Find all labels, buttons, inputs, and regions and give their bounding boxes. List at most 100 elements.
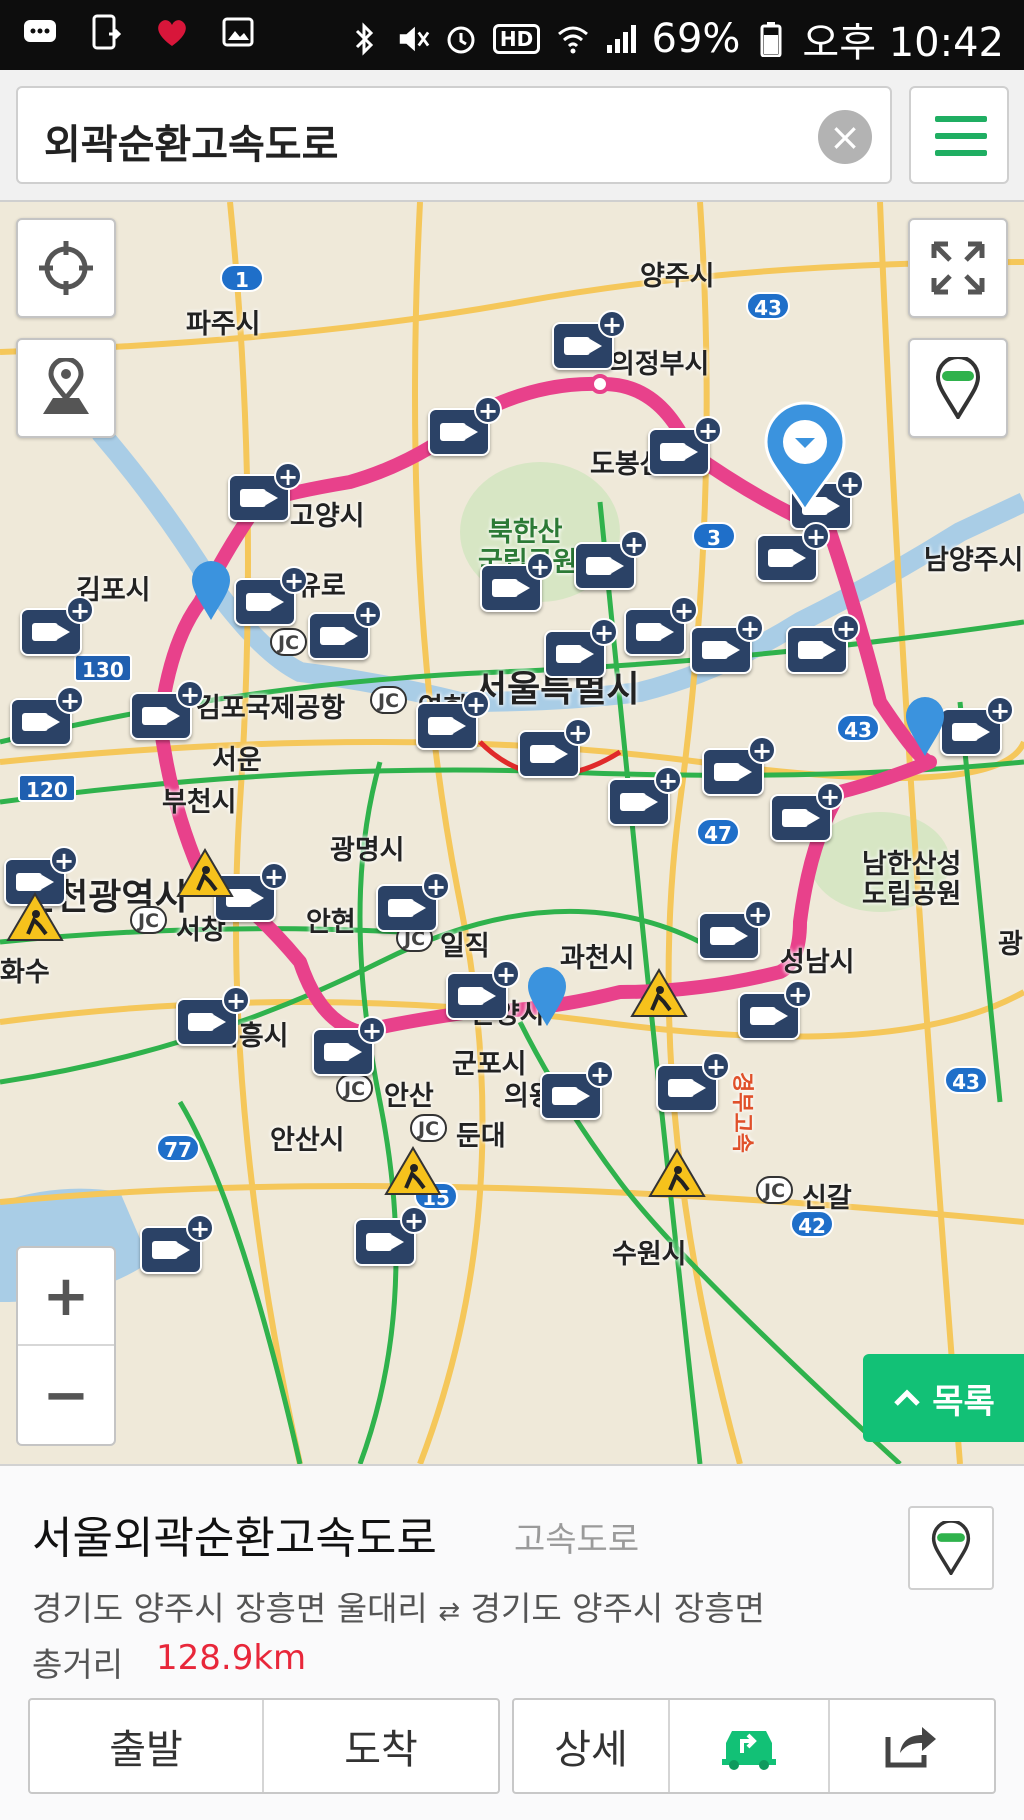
location-pin[interactable] [526, 966, 568, 1028]
route-shield: 130 [74, 654, 132, 682]
place-label: 화수 [0, 957, 50, 988]
construction-warning-icon[interactable] [630, 968, 688, 1018]
chevron-up-icon [894, 1389, 920, 1406]
current-location-button[interactable] [16, 218, 116, 318]
close-icon[interactable]: × [818, 110, 872, 164]
cctv-marker[interactable]: + [756, 522, 830, 582]
mute-icon [396, 21, 430, 57]
place-title: 서울외곽순환고속도로 [32, 1513, 437, 1564]
construction-warning-icon[interactable] [384, 1146, 442, 1196]
clock: 오후 10:42 [802, 20, 1004, 66]
place-label: 성남시 [780, 947, 855, 978]
junction-badge: JC [756, 1176, 794, 1204]
cctv-marker[interactable]: + [480, 552, 554, 612]
cctv-marker[interactable]: + [354, 1206, 428, 1266]
place-label: 도립공원 [862, 879, 962, 910]
traffic-pin-icon [931, 1521, 971, 1575]
cctv-marker[interactable]: + [518, 718, 592, 778]
place-label: 경부고속 [729, 1072, 754, 1153]
traffic-pin-icon [935, 357, 981, 419]
cctv-marker[interactable]: + [10, 686, 84, 746]
cctv-marker[interactable]: + [446, 960, 520, 1020]
arrive-button[interactable]: 도착 [264, 1700, 498, 1792]
place-label: 일직 [440, 931, 490, 962]
car-route-button[interactable] [670, 1700, 830, 1792]
junction-badge: JC [130, 906, 168, 934]
construction-warning-icon[interactable] [648, 1148, 706, 1198]
cctv-marker[interactable]: + [698, 900, 772, 960]
zoom-out-button[interactable]: − [18, 1346, 114, 1444]
hd-icon: HD [492, 21, 542, 57]
my-place-button[interactable] [16, 338, 116, 438]
junction-badge: JC [370, 686, 408, 714]
depart-button[interactable]: 출발 [30, 1700, 264, 1792]
cctv-marker[interactable]: + [608, 766, 682, 826]
place-info-panel: 서울외곽순환고속도로 고속도로 경기도 양주시 장흥면 울대리 ⇄ 경기도 양주… [0, 1464, 1024, 1820]
traffic-pin-button[interactable] [908, 1506, 994, 1590]
detail-button[interactable]: 상세 [514, 1700, 670, 1792]
cctv-marker[interactable]: + [648, 416, 722, 476]
share-button[interactable] [830, 1700, 990, 1792]
place-label: 둔대 [456, 1121, 506, 1152]
route-to: 경기도 양주시 장흥면 [470, 1589, 765, 1628]
route-shield: 1 [220, 264, 264, 292]
cctv-marker[interactable]: + [234, 566, 308, 626]
cctv-marker[interactable]: + [624, 596, 698, 656]
place-category: 고속도로 [514, 1520, 640, 1560]
cctv-marker[interactable]: + [770, 782, 844, 842]
cctv-marker[interactable]: + [20, 596, 94, 656]
map-view[interactable]: 양주시 파주시 의정부시 도봉산 고양시 북한산 국립공원 남양주시 김포시 유… [0, 202, 1024, 1464]
heart-icon [154, 14, 190, 50]
place-label: 안현 [306, 907, 356, 938]
cctv-marker[interactable]: + [130, 680, 204, 740]
cctv-marker[interactable]: + [228, 462, 302, 522]
location-pin[interactable] [904, 696, 946, 758]
place-label: 광 [998, 929, 1023, 960]
cctv-marker[interactable]: + [940, 696, 1014, 756]
fullscreen-button[interactable] [908, 218, 1008, 318]
place-label: 신갈 [802, 1183, 852, 1214]
junction-badge: JC [410, 1114, 448, 1142]
route-shield: 43 [746, 292, 790, 320]
zoom-in-button[interactable]: + [18, 1248, 114, 1346]
place-label: 광명시 [330, 835, 405, 866]
cctv-marker[interactable]: + [574, 530, 648, 590]
hamburger-menu-icon[interactable] [909, 86, 1009, 184]
crosshair-icon [39, 241, 93, 295]
traffic-layer-button[interactable] [908, 338, 1008, 438]
cctv-marker[interactable]: + [312, 1016, 386, 1076]
construction-warning-icon[interactable] [176, 848, 234, 898]
place-label: 과천시 [560, 943, 635, 974]
place-label: 안산 [384, 1081, 434, 1112]
cctv-marker[interactable]: + [544, 618, 618, 678]
place-label: 의정부시 [610, 349, 710, 380]
cctv-marker[interactable]: + [416, 690, 490, 750]
cctv-marker[interactable]: + [308, 600, 382, 660]
cctv-marker[interactable]: + [552, 310, 626, 370]
zoom-control: + − [16, 1246, 116, 1446]
battery-icon [754, 21, 788, 57]
distance-label: 총거리 [32, 1645, 124, 1684]
cctv-marker[interactable]: + [702, 736, 776, 796]
location-pin[interactable] [190, 560, 232, 622]
cctv-marker[interactable]: + [428, 396, 502, 456]
place-label: 남양주시 [924, 545, 1024, 576]
construction-warning-icon[interactable] [6, 892, 64, 942]
place-label: 수원시 [612, 1239, 687, 1270]
cctv-marker[interactable]: + [140, 1214, 214, 1274]
bluetooth-icon [348, 21, 382, 57]
cctv-marker[interactable]: + [656, 1052, 730, 1112]
route-shield: 43 [944, 1066, 988, 1094]
cctv-marker[interactable]: + [376, 872, 450, 932]
route-shield: 43 [836, 714, 880, 742]
cctv-marker[interactable]: + [540, 1060, 614, 1120]
cctv-marker[interactable]: + [176, 986, 250, 1046]
cctv-marker[interactable]: + [690, 614, 764, 674]
signal-icon [604, 21, 638, 57]
selected-location-pin[interactable] [760, 398, 850, 514]
list-button[interactable]: 목록 [863, 1354, 1024, 1442]
route-shield: 3 [692, 522, 736, 550]
search-input[interactable]: 외곽순환고속도로 × [16, 86, 892, 184]
cctv-marker[interactable]: + [738, 980, 812, 1040]
cctv-marker[interactable]: + [786, 614, 860, 674]
